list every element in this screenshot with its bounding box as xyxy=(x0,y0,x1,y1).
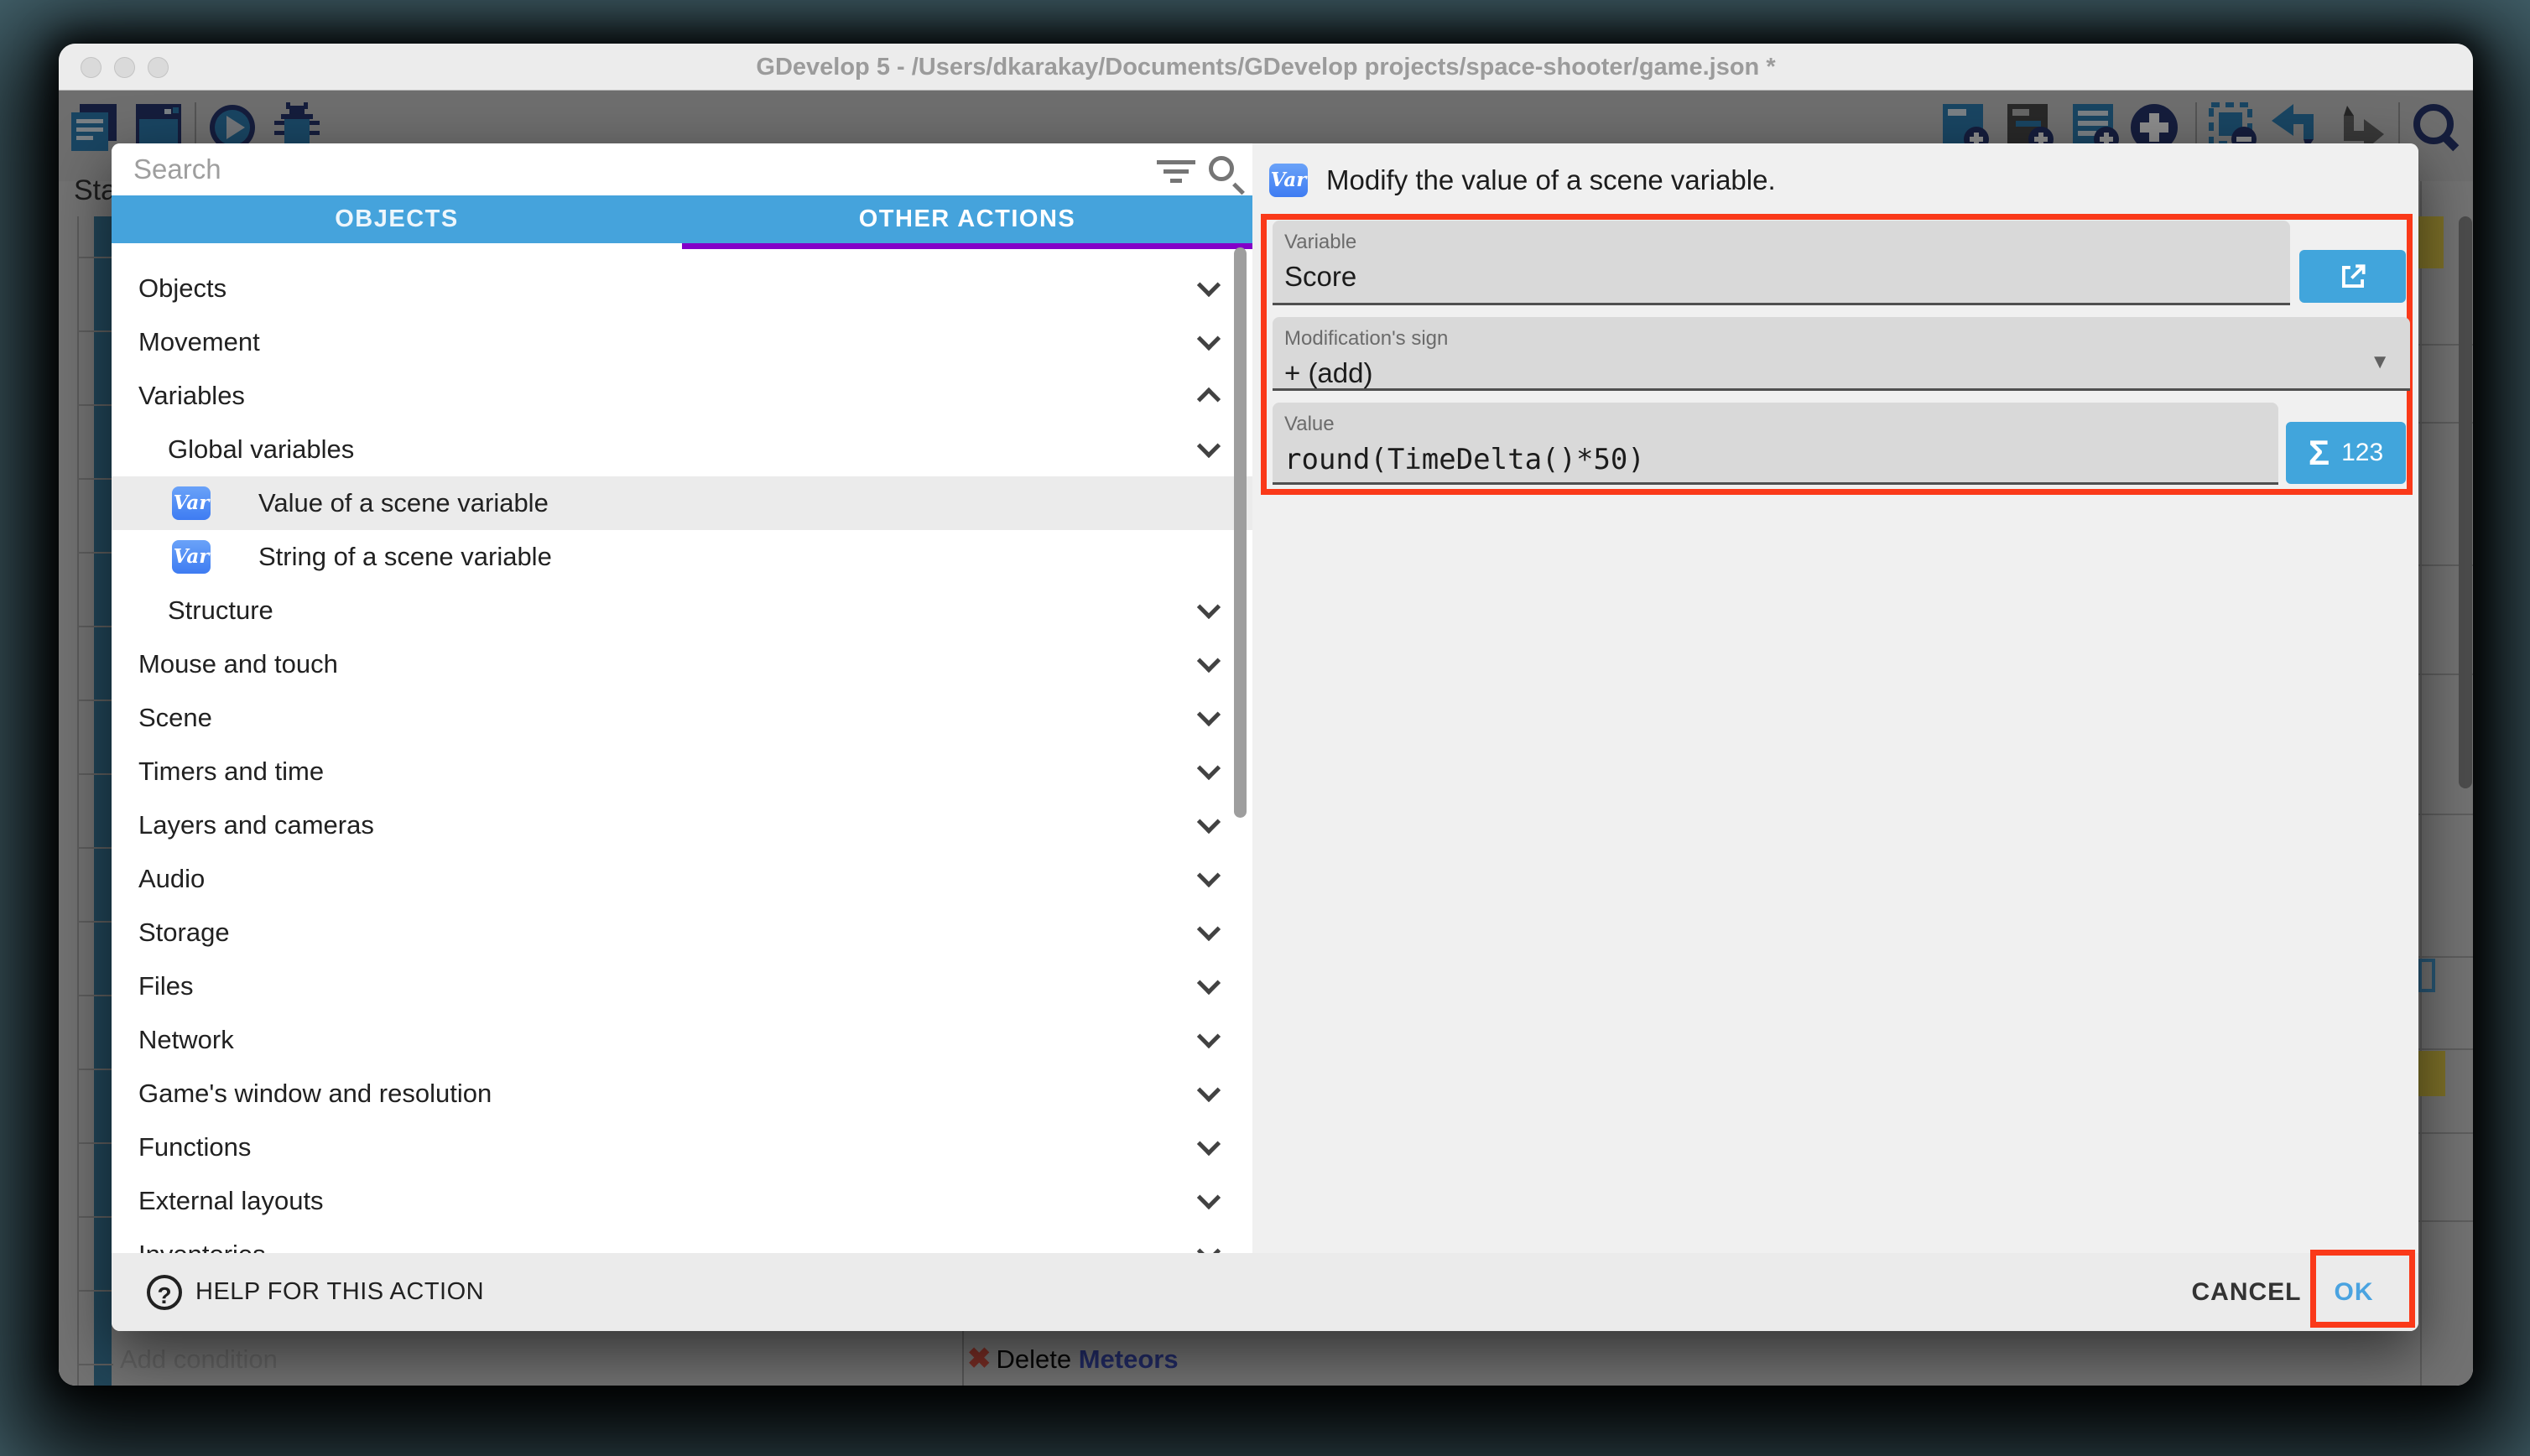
search-input[interactable] xyxy=(133,143,1174,195)
modification-sign-select[interactable]: Modification's sign + (add) ▼ xyxy=(1273,317,2410,391)
tabbar: OBJECTS OTHER ACTIONS xyxy=(112,195,1252,243)
list-item-label: Storage xyxy=(138,918,230,948)
variable-field[interactable]: Variable Score xyxy=(1273,221,2290,305)
expression-builder-button[interactable]: Σ 123 xyxy=(2286,422,2406,484)
list-item-label: Files xyxy=(138,971,193,1001)
chevron-down-icon xyxy=(1197,1025,1221,1048)
list-item[interactable]: Audio xyxy=(112,852,1252,906)
variable-field-label: Variable xyxy=(1284,231,1356,254)
chevron-down-icon xyxy=(1197,1132,1221,1156)
modification-sign-label: Modification's sign xyxy=(1284,327,1448,351)
list-item-label: Objects xyxy=(138,273,226,304)
list-item[interactable]: Scene xyxy=(112,691,1252,745)
list-item[interactable]: Structure xyxy=(112,584,1252,637)
list-item-label: Timers and time xyxy=(138,757,324,787)
dialog-footer: ? HELP FOR THIS ACTION CANCEL OK xyxy=(112,1253,2418,1331)
chevron-down-icon xyxy=(1197,810,1221,834)
chevron-down-icon xyxy=(1197,273,1221,297)
list-item-label: Variables xyxy=(138,381,245,411)
titlebar: GDevelop 5 - /Users/dkarakay/Documents/G… xyxy=(59,44,2473,91)
list-item[interactable]: Game's window and resolution xyxy=(112,1067,1252,1121)
list-item-label: Audio xyxy=(138,864,205,894)
chevron-down-icon xyxy=(1197,649,1221,673)
chevron-down-icon xyxy=(1197,918,1221,941)
list-item[interactable]: Global variables xyxy=(112,423,1252,476)
chevron-down-icon xyxy=(1197,864,1221,887)
list-item-label: Game's window and resolution xyxy=(138,1079,492,1109)
value-field-value: round(TimeDelta()*50) xyxy=(1284,443,1645,476)
list-item[interactable]: Var Value of a scene variable xyxy=(112,476,1252,530)
list-item-label: Inventories xyxy=(138,1240,266,1253)
list-item-label: Network xyxy=(138,1025,234,1055)
chevron-down-icon: ▼ xyxy=(2370,351,2390,374)
chevron-down-icon xyxy=(1197,434,1221,458)
chevron-down-icon xyxy=(1197,327,1221,351)
list-item[interactable]: Variables xyxy=(112,369,1252,423)
list-item[interactable]: Inventories xyxy=(112,1228,1252,1253)
list-item-label: External layouts xyxy=(138,1186,324,1216)
list-item-label: Scene xyxy=(138,703,212,733)
list-item-label: Mouse and touch xyxy=(138,649,338,679)
action-parameters-pane: Var Modify the value of a scene variable… xyxy=(1252,143,2418,1253)
list-item-label: Global variables xyxy=(168,434,354,465)
chevron-down-icon xyxy=(1197,1079,1221,1102)
filter-icon[interactable] xyxy=(1152,155,1200,185)
action-category-list: Objects Movement Variables Global variables… xyxy=(112,249,1252,1253)
tab-other-actions[interactable]: OTHER ACTIONS xyxy=(682,195,1252,243)
chevron-down-icon xyxy=(1197,1240,1221,1253)
tab-objects[interactable]: OBJECTS xyxy=(112,195,682,243)
ok-highlight-box xyxy=(2310,1250,2415,1328)
list-item-label: Structure xyxy=(168,595,273,626)
chevron-down-icon xyxy=(1197,757,1221,780)
list-item[interactable]: Timers and time xyxy=(112,745,1252,798)
dialog-header: Var Modify the value of a scene variable… xyxy=(1269,164,1776,197)
list-item-label: Value of a scene variable xyxy=(258,488,549,518)
var-icon: Var xyxy=(172,486,211,520)
open-variable-editor-button[interactable] xyxy=(2299,250,2406,303)
chevron-up-icon xyxy=(1197,387,1221,411)
gdevelop-window: GDevelop 5 - /Users/dkarakay/Documents/G… xyxy=(59,44,2473,1386)
cancel-button[interactable]: CANCEL xyxy=(2175,1253,2318,1331)
app-content: Sta Add condition ✖Delete Meteor xyxy=(59,91,2473,1386)
search-icon[interactable] xyxy=(1209,156,1234,181)
list-item-label: Functions xyxy=(138,1132,251,1162)
list-item[interactable]: External layouts xyxy=(112,1174,1252,1228)
help-label: HELP FOR THIS ACTION xyxy=(195,1278,484,1306)
chevron-down-icon xyxy=(1197,703,1221,726)
var-icon: Var xyxy=(172,540,211,574)
chevron-down-icon xyxy=(1197,971,1221,995)
dialog-title: Modify the value of a scene variable. xyxy=(1326,164,1776,196)
list-item-label: String of a scene variable xyxy=(258,542,552,572)
list-item[interactable]: Var String of a scene variable xyxy=(112,530,1252,584)
modification-sign-value: + (add) xyxy=(1284,357,1372,389)
chevron-down-icon xyxy=(1197,595,1221,619)
chevron-down-icon xyxy=(1197,1186,1221,1209)
list-item-label: Layers and cameras xyxy=(138,810,374,840)
help-icon: ? xyxy=(147,1275,182,1310)
list-item-label: Movement xyxy=(138,327,260,357)
value-field[interactable]: Value round(TimeDelta()*50) xyxy=(1273,403,2278,485)
list-scrollbar[interactable] xyxy=(1234,247,1247,818)
list-item[interactable]: Storage xyxy=(112,906,1252,959)
list-item[interactable]: Mouse and touch xyxy=(112,637,1252,691)
action-editor-dialog: OBJECTS OTHER ACTIONS Objects Movement Var… xyxy=(112,143,2418,1331)
help-button[interactable]: ? HELP FOR THIS ACTION xyxy=(147,1253,484,1331)
variable-field-value: Score xyxy=(1284,261,1356,293)
var-icon: Var xyxy=(1269,164,1308,197)
list-item[interactable]: Network xyxy=(112,1013,1252,1067)
search-row xyxy=(112,143,1252,195)
action-chooser-pane: OBJECTS OTHER ACTIONS Objects Movement Var… xyxy=(112,143,1252,1253)
sigma-icon: Σ xyxy=(2309,433,2330,473)
list-item[interactable]: Files xyxy=(112,959,1252,1013)
active-tab-indicator xyxy=(682,243,1252,249)
list-item[interactable]: Movement xyxy=(112,315,1252,369)
list-item[interactable]: Layers and cameras xyxy=(112,798,1252,852)
numbers-label: 123 xyxy=(2341,439,2383,467)
list-item[interactable]: Functions xyxy=(112,1121,1252,1174)
list-item[interactable]: Objects xyxy=(112,262,1252,315)
value-field-label: Value xyxy=(1284,413,1335,436)
window-title: GDevelop 5 - /Users/dkarakay/Documents/G… xyxy=(59,44,2473,91)
desktop: GDevelop 5 - /Users/dkarakay/Documents/G… xyxy=(0,0,2530,1456)
